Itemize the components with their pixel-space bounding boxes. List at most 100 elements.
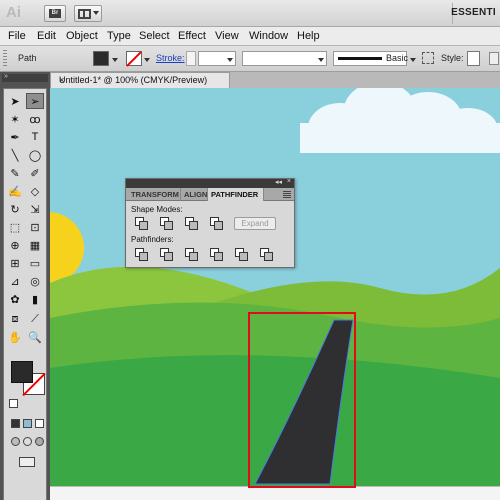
scale-tool-icon[interactable]: ⇲ — [26, 201, 44, 217]
selection-highlight-box — [248, 312, 356, 488]
arrange-documents-button[interactable] — [74, 5, 102, 22]
menu-help[interactable]: Help — [297, 30, 320, 42]
selection-type-label: Path — [18, 53, 37, 63]
type-tool-icon[interactable]: T — [26, 129, 44, 145]
none-mode-icon[interactable] — [35, 419, 44, 428]
fill-color-swatch[interactable] — [93, 51, 109, 66]
menu-effect[interactable]: Effect — [178, 30, 206, 42]
expand-button[interactable]: Expand — [234, 217, 276, 230]
illustrator-logo: Ai — [6, 4, 21, 21]
slice-tool-icon[interactable]: ⟋ — [26, 311, 44, 327]
opacity-icon[interactable] — [422, 52, 434, 64]
pen-tool-icon[interactable]: ✒ — [6, 129, 24, 145]
direct-selection-tool-icon[interactable]: ➢ — [26, 93, 44, 109]
eyedropper-tool-icon[interactable]: ⊿ — [6, 273, 24, 289]
tab-transform[interactable]: TRANSFORM — [128, 188, 181, 201]
draw-behind-icon[interactable] — [23, 437, 32, 446]
chevron-down-icon — [93, 11, 99, 15]
exclude-icon[interactable] — [210, 217, 223, 230]
graphic-style-swatch[interactable] — [467, 51, 480, 66]
free-transform-tool-icon[interactable]: ⊡ — [26, 219, 44, 235]
magic-wand-tool-icon[interactable]: ✶ — [6, 111, 24, 127]
pathfinder-panel: ◂◂ × TRANSFORM ALIGN PATHFINDER Shape Mo… — [125, 178, 295, 268]
tools-panel: » ➤ ➢ ✶ ꝏ ✒ T ╲ ◯ ✎ ✐ ✍ ◇ ↻ ⇲ ⬚ ⊡ ⊕ ▦ ⊞ … — [0, 72, 50, 500]
tab-pathfinder[interactable]: PATHFINDER — [208, 188, 264, 201]
rotate-tool-icon[interactable]: ↻ — [6, 201, 24, 217]
hand-tool-icon[interactable]: ✋ — [6, 329, 24, 345]
pathfinders-label: Pathfinders: — [131, 235, 174, 244]
menu-select[interactable]: Select — [139, 30, 170, 42]
canvas-bottom-edge — [50, 486, 500, 500]
chevron-down-icon[interactable] — [318, 58, 324, 62]
crop-icon[interactable] — [210, 248, 223, 261]
divide-icon[interactable] — [135, 248, 148, 261]
zoom-tool-icon[interactable]: 🔍 — [26, 329, 44, 345]
draw-normal-icon[interactable] — [11, 437, 20, 446]
variable-width-profile-field[interactable] — [242, 51, 327, 66]
pencil-tool-icon[interactable]: ✐ — [26, 165, 44, 181]
gradient-mode-icon[interactable] — [23, 419, 32, 428]
artboard-tool-icon[interactable]: ⧈ — [6, 311, 24, 327]
control-bar: Path Stroke: Basic Style: — [0, 46, 500, 72]
workspace-switcher[interactable]: ESSENTI — [451, 7, 496, 18]
bridge-icon: Br — [49, 9, 61, 18]
shape-modes-label: Shape Modes: — [131, 205, 183, 214]
screen-mode-icon[interactable] — [19, 457, 35, 467]
selection-tool-icon[interactable]: ➤ — [6, 93, 24, 109]
column-graph-tool-icon[interactable]: ▮ — [26, 291, 44, 307]
document-tab-strip — [230, 72, 500, 88]
tab-align[interactable]: ALIGN — [181, 188, 208, 201]
menu-window[interactable]: Window — [249, 30, 288, 42]
blob-brush-tool-icon[interactable]: ✍ — [6, 183, 24, 199]
gradient-tool-icon[interactable]: ▭ — [26, 255, 44, 271]
blend-tool-icon[interactable]: ◎ — [26, 273, 44, 289]
collapse-icon[interactable]: » — [4, 73, 8, 80]
menu-view[interactable]: View — [215, 30, 239, 42]
draw-inside-icon[interactable] — [35, 437, 44, 446]
close-icon[interactable]: × — [59, 75, 223, 85]
brush-name-label: Basic — [386, 53, 409, 63]
more-options-button[interactable] — [489, 52, 499, 65]
panel-menu-icon[interactable] — [283, 191, 291, 198]
panel-grip[interactable] — [3, 50, 7, 68]
paintbrush-tool-icon[interactable]: ✎ — [6, 165, 24, 181]
minus-front-icon[interactable] — [160, 217, 173, 230]
trim-icon[interactable] — [160, 248, 173, 261]
chevron-down-icon[interactable] — [227, 58, 233, 62]
go-to-bridge-button[interactable]: Br — [44, 5, 66, 22]
ellipse-tool-icon[interactable]: ◯ — [26, 147, 44, 163]
merge-icon[interactable] — [185, 248, 198, 261]
brush-stroke-preview — [338, 57, 382, 60]
chevron-down-icon[interactable] — [410, 58, 416, 62]
unite-icon[interactable] — [135, 217, 148, 230]
outline-icon[interactable] — [235, 248, 248, 261]
color-mode-icon[interactable] — [11, 419, 20, 428]
menu-edit[interactable]: Edit — [37, 30, 56, 42]
mesh-tool-icon[interactable]: ⊞ — [6, 255, 24, 271]
close-icon[interactable]: × — [287, 178, 291, 185]
stroke-color-swatch[interactable] — [126, 51, 142, 66]
chevron-down-icon[interactable] — [112, 58, 118, 62]
document-tab[interactable]: Untitled-1* @ 100% (CMYK/Preview) × — [50, 72, 230, 88]
lasso-tool-icon[interactable]: ꝏ — [26, 111, 44, 127]
stroke-panel-link[interactable]: Stroke: — [156, 53, 185, 63]
width-tool-icon[interactable]: ⬚ — [6, 219, 24, 235]
stroke-weight-stepper[interactable] — [186, 51, 196, 66]
shape-builder-tool-icon[interactable]: ⊕ — [6, 237, 24, 253]
arrange-grid-icon — [78, 9, 91, 19]
default-colors-icon[interactable] — [9, 399, 18, 408]
collapse-panel-icon[interactable]: ◂◂ — [275, 178, 282, 186]
chevron-down-icon[interactable] — [144, 58, 150, 62]
menu-file[interactable]: File — [8, 30, 26, 42]
eraser-tool-icon[interactable]: ◇ — [26, 183, 44, 199]
line-tool-icon[interactable]: ╲ — [6, 147, 24, 163]
minus-back-icon[interactable] — [260, 248, 273, 261]
fill-color-box[interactable] — [11, 361, 33, 383]
menu-object[interactable]: Object — [66, 30, 98, 42]
symbol-sprayer-tool-icon[interactable]: ✿ — [6, 291, 24, 307]
tools-panel-header[interactable]: » — [2, 73, 48, 82]
intersect-icon[interactable] — [185, 217, 198, 230]
perspective-grid-tool-icon[interactable]: ▦ — [26, 237, 44, 253]
menu-type[interactable]: Type — [107, 30, 131, 42]
panel-titlebar[interactable]: ◂◂ × — [126, 178, 294, 188]
